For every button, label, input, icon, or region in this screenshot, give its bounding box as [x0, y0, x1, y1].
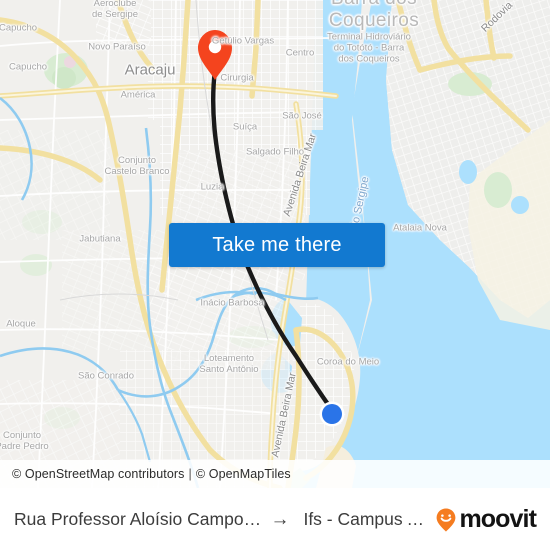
map-canvas[interactable]: Capucho Capucho Aeroclube de Sergipe Novo P… — [0, 0, 550, 488]
destination-label: Ifs - Campus Ara... — [303, 509, 436, 529]
attribution-separator: | — [188, 467, 192, 481]
moovit-wordmark: moovit — [459, 505, 536, 533]
moovit-logo[interactable]: moovit — [435, 505, 537, 533]
moovit-pin-smiley-icon — [435, 507, 457, 533]
route-footer: Rua Professor Aloísio Campos,... → Ifs -… — [0, 488, 550, 550]
moovit-route-preview: Capucho Capucho Aeroclube de Sergipe Novo P… — [0, 0, 550, 550]
origin-label: Rua Professor Aloísio Campos,... — [14, 509, 263, 529]
attribution-osm[interactable]: © OpenStreetMap contributors — [12, 467, 185, 481]
map-attribution: © OpenStreetMap contributors | © OpenMap… — [0, 460, 550, 488]
attribution-tiles[interactable]: © OpenMapTiles — [196, 467, 291, 481]
arrow-right-icon: → — [270, 509, 290, 530]
blue-dot-icon — [319, 401, 345, 427]
take-me-there-button[interactable]: Take me there — [169, 223, 385, 267]
